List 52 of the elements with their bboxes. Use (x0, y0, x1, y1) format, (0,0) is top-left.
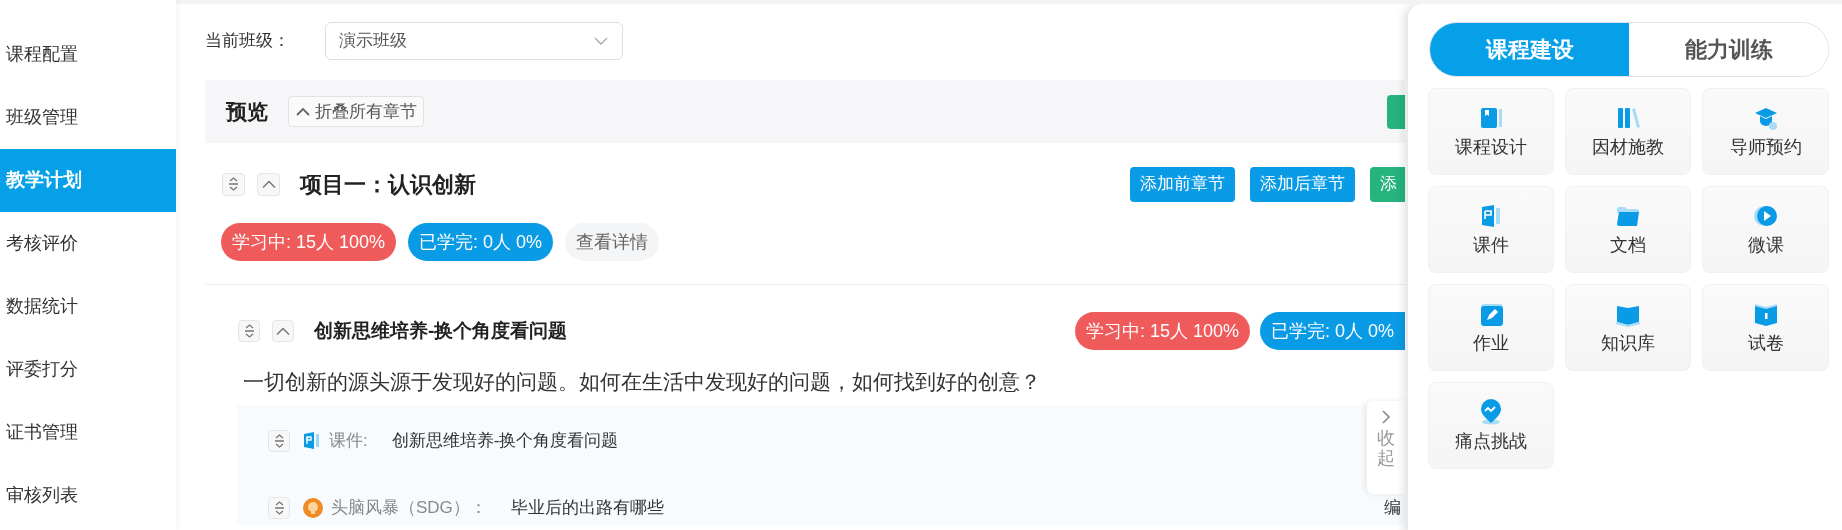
status-badge: 已学完: 0人 0% (1259, 312, 1405, 350)
tool-card[interactable]: 试卷 (1702, 284, 1829, 371)
section-description: 一切创新的源头源于发现好的问题。如何在生活中发现好的问题，如何找到好的创意？ (242, 369, 1042, 395)
tool-card[interactable]: 文档 (1565, 186, 1691, 273)
status-badge: 学习中: 15人 100% (1074, 312, 1250, 350)
collapse-toggle-icon[interactable] (257, 172, 280, 196)
lightbulb-icon (303, 497, 323, 518)
chevron-right-icon (1381, 409, 1391, 425)
sidebar-item[interactable]: 证书管理 (0, 401, 176, 464)
tool-card[interactable]: 作业 (1428, 284, 1554, 371)
chevron-down-icon (593, 36, 609, 46)
chapter-title: 项目一：认识创新 (300, 170, 476, 199)
document-icon (303, 431, 321, 450)
resource-title[interactable]: 毕业后的出路有哪些 (510, 494, 664, 521)
tool-card[interactable]: 课件 (1428, 186, 1554, 273)
section-title: 创新思维培养-换个角度看问题 (314, 318, 568, 343)
preview-title: 预览 (226, 98, 268, 125)
class-label: 当前班级： (205, 30, 291, 53)
sidebar-item[interactable]: 审核列表 (0, 464, 176, 527)
status-badge: 学习中: 15人 100% (221, 223, 397, 261)
sidebar-item[interactable]: 数据统计 (0, 275, 176, 338)
status-badge: 已学完: 0人 0% (408, 223, 554, 261)
resource-type: 课件: (329, 429, 368, 452)
tool-card[interactable]: 课程设计 (1428, 88, 1554, 175)
resource-type: 头脑风暴（SDG）： (331, 496, 487, 519)
play-icon (1752, 203, 1779, 229)
drag-handle-icon[interactable] (268, 496, 290, 519)
location-pin-icon (1478, 399, 1504, 425)
add-button[interactable] (1387, 94, 1405, 129)
collapse-all-button[interactable]: 折叠所有章节 (288, 96, 424, 127)
class-select[interactable]: 演示班级 (325, 22, 623, 60)
tool-card[interactable]: 微课 (1702, 186, 1829, 273)
book-icon (1478, 105, 1504, 131)
sidebar-item[interactable]: 考核评价 (0, 212, 176, 275)
tool-card[interactable]: 痛点挑战 (1428, 382, 1554, 469)
drag-handle-icon[interactable] (268, 429, 290, 452)
sidebar-item[interactable]: 课程配置 (0, 23, 176, 86)
pencil-icon (1478, 301, 1504, 327)
drag-handle-icon[interactable] (222, 172, 245, 196)
sidebar-item[interactable]: 评委打分 (0, 338, 176, 401)
booklet-icon (1752, 301, 1779, 327)
tool-card[interactable]: 导师预约 (1702, 88, 1829, 175)
chevron-up-icon (295, 106, 311, 117)
drag-handle-icon[interactable] (238, 320, 260, 342)
details-button[interactable]: 查看详情 (565, 223, 660, 261)
books-icon (1615, 105, 1641, 131)
tool-card[interactable]: 因材施教 (1565, 88, 1691, 175)
tool-card[interactable]: 知识库 (1565, 284, 1691, 371)
resource-title[interactable]: 创新思维培养-换个角度看问题 (391, 427, 619, 454)
sidebar-item[interactable]: 班级管理 (0, 86, 176, 149)
edit-link[interactable]: 编 (1384, 494, 1401, 521)
collapse-toggle-icon[interactable] (272, 320, 294, 342)
